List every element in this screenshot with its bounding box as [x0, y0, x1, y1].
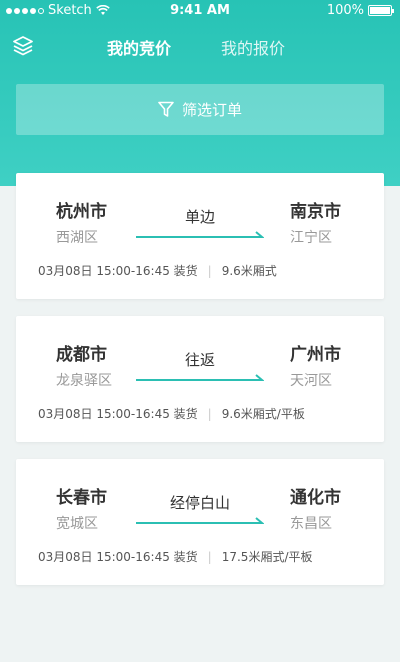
- to-city: 南京市: [290, 202, 341, 222]
- from-district: 龙泉驿区: [56, 373, 112, 389]
- filter-orders-button[interactable]: 筛选订单: [16, 84, 384, 135]
- from-district: 西湖区: [56, 230, 98, 246]
- order-card[interactable]: 杭州市 西湖区 单边 南京市 江宁区 03月08日 15:00-16:45 装货…: [16, 173, 384, 299]
- filter-icon: [158, 101, 174, 117]
- battery-icon: [368, 5, 394, 16]
- vehicle-type: 9.6米厢式: [221, 264, 277, 278]
- route-arrow-icon: [136, 517, 264, 524]
- to-district: 江宁区: [290, 230, 332, 246]
- to-district: 东昌区: [290, 516, 332, 532]
- route-type: 经停白山: [169, 494, 230, 512]
- route-arrow-icon: [136, 374, 264, 381]
- vehicle-type: 9.6米厢式/平板: [221, 407, 305, 421]
- from-city: 长春市: [56, 488, 107, 508]
- order-details: 03月08日 15:00-16:45 装货 | 9.6米厢式/平板: [38, 405, 305, 422]
- divider: |: [207, 549, 212, 564]
- to-city: 通化市: [290, 488, 341, 508]
- from-city: 杭州市: [56, 202, 107, 222]
- route-type: 单边: [184, 208, 215, 226]
- load-time: 03月08日 15:00-16:45 装货: [38, 407, 198, 421]
- status-bar: Sketch 9:41 AM 100%: [0, 0, 400, 22]
- divider: |: [207, 406, 212, 421]
- layers-icon[interactable]: [12, 35, 34, 57]
- load-time: 03月08日 15:00-16:45 装货: [38, 264, 198, 278]
- order-details: 03月08日 15:00-16:45 装货 | 17.5米厢式/平板: [38, 548, 312, 565]
- divider: |: [207, 263, 212, 278]
- to-city: 广州市: [290, 345, 341, 365]
- filter-label: 筛选订单: [181, 101, 242, 119]
- status-right: 100%: [326, 3, 394, 18]
- vehicle-type: 17.5米厢式/平板: [221, 550, 313, 564]
- from-district: 宽城区: [56, 516, 98, 532]
- order-details: 03月08日 15:00-16:45 装货 | 9.6米厢式: [38, 262, 277, 279]
- nav-bar: 我的竞价 我的报价: [0, 30, 400, 62]
- route-arrow-icon: [136, 231, 264, 238]
- to-district: 天河区: [290, 373, 332, 389]
- route-type: 往返: [184, 351, 215, 369]
- from-city: 成都市: [56, 345, 107, 365]
- battery-percent: 100%: [326, 3, 364, 18]
- tab-my-bids[interactable]: 我的竞价: [107, 35, 171, 59]
- load-time: 03月08日 15:00-16:45 装货: [38, 550, 198, 564]
- order-card[interactable]: 成都市 龙泉驿区 往返 广州市 天河区 03月08日 15:00-16:45 装…: [16, 316, 384, 442]
- order-card[interactable]: 长春市 宽城区 经停白山 通化市 东昌区 03月08日 15:00-16:45 …: [16, 459, 384, 585]
- tab-my-quotes[interactable]: 我的报价: [221, 35, 285, 59]
- header: Sketch 9:41 AM 100% 我的竞价 我的报价 筛选订单: [0, 0, 400, 186]
